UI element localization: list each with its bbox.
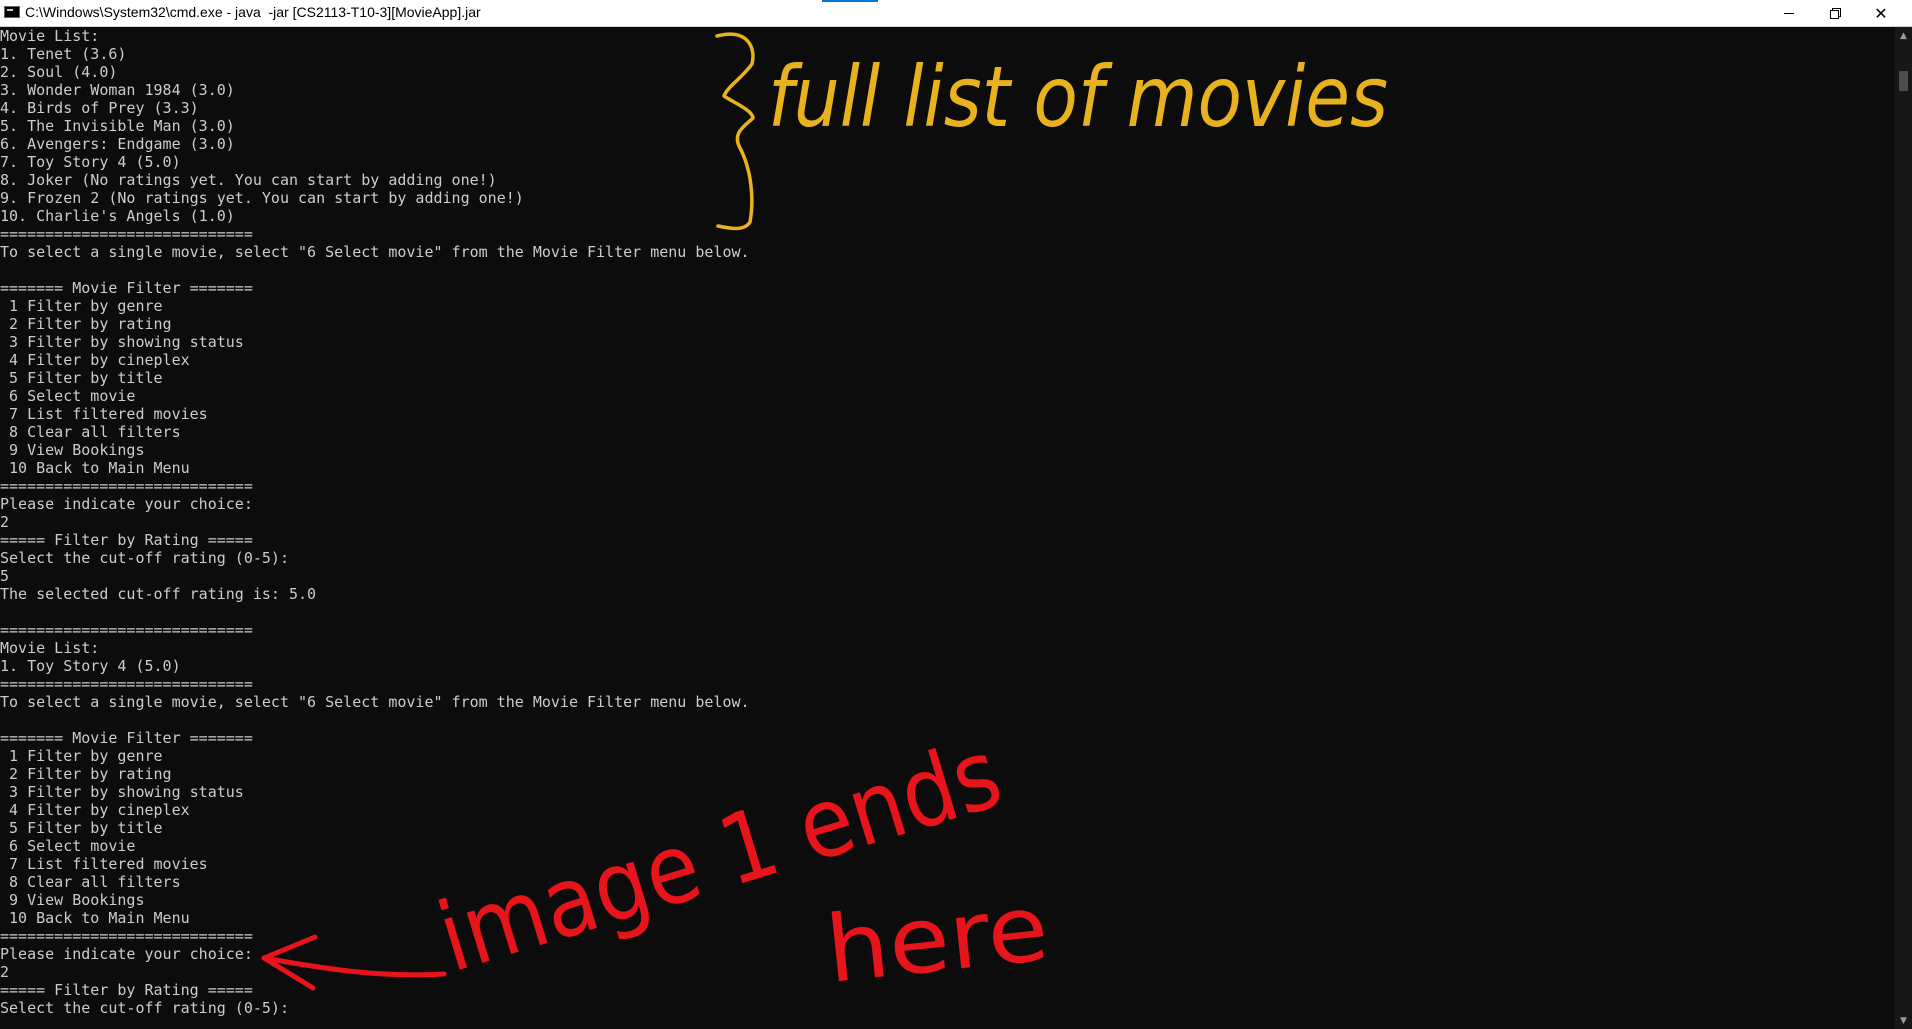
console-line: To select a single movie, select "6 Sele…: [0, 243, 750, 261]
vertical-scrollbar[interactable]: ▲ ▼: [1895, 27, 1912, 1029]
console-line: ============================: [0, 927, 253, 945]
console-line: 2 Filter by rating: [0, 315, 172, 333]
console-line: 8. Joker (No ratings yet. You can start …: [0, 171, 497, 189]
close-button[interactable]: ✕: [1858, 0, 1904, 26]
console-line: ======= Movie Filter =======: [0, 279, 253, 297]
console-line: Please indicate your choice:: [0, 495, 253, 513]
console-line: 2: [0, 963, 10, 981]
console-line: ===== Filter by Rating =====: [0, 531, 253, 549]
console-line: 8 Clear all filters: [0, 873, 181, 891]
console-line: 1 Filter by genre: [0, 297, 163, 315]
title-accent-bar: [822, 0, 878, 2]
console-line: 6 Select movie: [0, 387, 136, 405]
console-line: 7. Toy Story 4 (5.0): [0, 153, 181, 171]
console-line: The selected cut-off rating is: 5.0: [0, 585, 317, 603]
console-output[interactable]: Movie List: 1. Tenet (3.6) 2. Soul (4.0) 3.…: [0, 27, 1895, 1029]
console-line: 2: [0, 513, 10, 531]
console-line: 5 Filter by title: [0, 819, 163, 837]
console-line: 1 Filter by genre: [0, 747, 163, 765]
console-line: 1. Tenet (3.6): [0, 45, 127, 63]
console-line: 2 Filter by rating: [0, 765, 172, 783]
console-line: To select a single movie, select "6 Sele…: [0, 693, 750, 711]
console-line: 9 View Bookings: [0, 891, 145, 909]
console-line: Please indicate your choice:: [0, 945, 253, 963]
console-line: ===== Filter by Rating =====: [0, 981, 253, 999]
console-line: 5: [0, 567, 10, 585]
console-line: 4 Filter by cineplex: [0, 351, 190, 369]
console-line: 4 Filter by cineplex: [0, 801, 190, 819]
minimize-button[interactable]: [1766, 0, 1812, 26]
console-line: 8 Clear all filters: [0, 423, 181, 441]
console-line: ============================: [0, 225, 253, 243]
console-line: 9. Frozen 2 (No ratings yet. You can sta…: [0, 189, 524, 207]
console-line: ============================: [0, 675, 253, 693]
console-line: 2. Soul (4.0): [0, 63, 118, 81]
console-line: 10 Back to Main Menu: [0, 909, 190, 927]
scroll-up-arrow-icon[interactable]: ▲: [1895, 27, 1912, 44]
console-line: Select the cut-off rating (0-5):: [0, 549, 289, 567]
console-line: 3 Filter by showing status: [0, 783, 244, 801]
console-line: ============================: [0, 621, 253, 639]
console-line: Select the cut-off rating (0-5):: [0, 999, 289, 1017]
console-line: 1. Toy Story 4 (5.0): [0, 657, 181, 675]
console-line: 6. Avengers: Endgame (3.0): [0, 135, 235, 153]
console-line: 7 List filtered movies: [0, 855, 208, 873]
window-titlebar[interactable]: C:\Windows\System32\cmd.exe - java -jar …: [0, 0, 1912, 27]
scrollbar-thumb[interactable]: [1899, 71, 1908, 91]
console-line: 6 Select movie: [0, 837, 136, 855]
console-line: 10. Charlie's Angels (1.0): [0, 207, 235, 225]
console-line: Movie List:: [0, 27, 100, 45]
console-line: ============================: [0, 477, 253, 495]
scroll-down-arrow-icon[interactable]: ▼: [1895, 1012, 1912, 1029]
console-line: 10 Back to Main Menu: [0, 459, 190, 477]
cmd-app-icon[interactable]: [4, 6, 20, 18]
minimize-icon: [1784, 12, 1794, 14]
restore-button[interactable]: [1812, 0, 1858, 26]
window-title: C:\Windows\System32\cmd.exe - java -jar …: [25, 4, 481, 20]
console-line: 3. Wonder Woman 1984 (3.0): [0, 81, 235, 99]
close-icon: ✕: [1874, 3, 1888, 23]
console-line: Movie List:: [0, 639, 100, 657]
console-line: 5. The Invisible Man (3.0): [0, 117, 235, 135]
restore-icon: [1830, 8, 1841, 19]
console-line: 7 List filtered movies: [0, 405, 208, 423]
console-line: 5 Filter by title: [0, 369, 163, 387]
console-line: 4. Birds of Prey (3.3): [0, 99, 199, 117]
console-line: ======= Movie Filter =======: [0, 729, 253, 747]
console-line: 9 View Bookings: [0, 441, 145, 459]
console-line: 3 Filter by showing status: [0, 333, 244, 351]
